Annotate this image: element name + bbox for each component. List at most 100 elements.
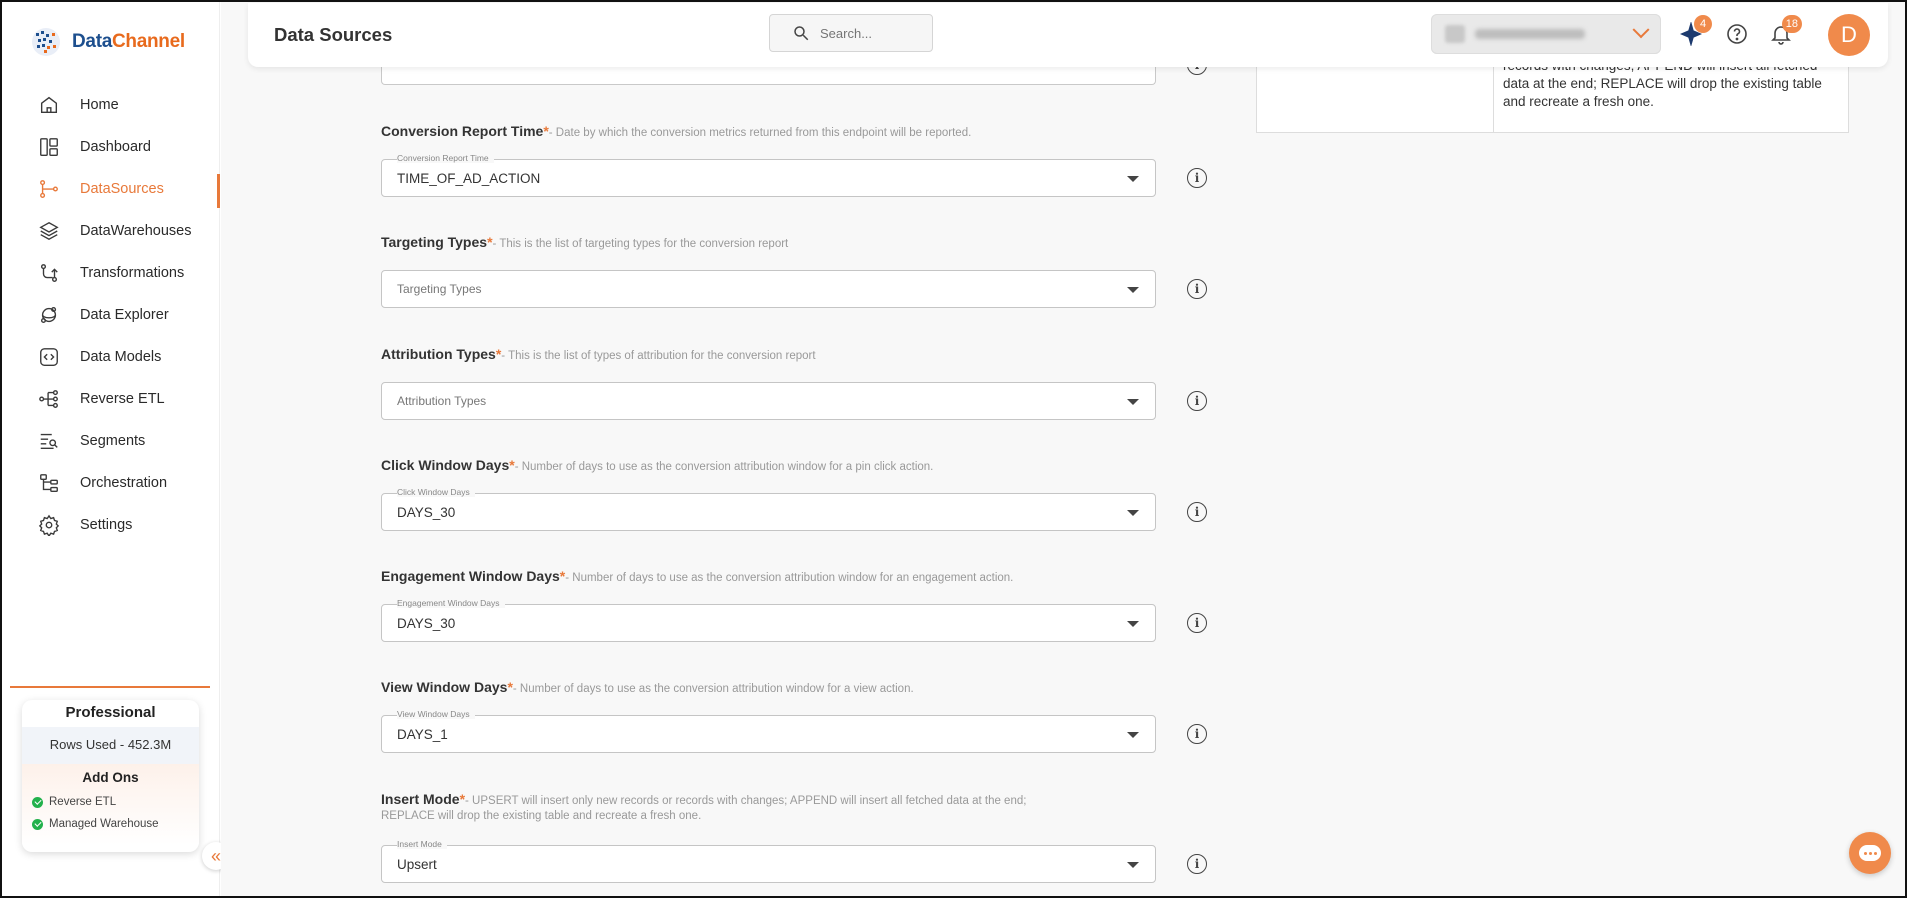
avatar[interactable]: D (1828, 14, 1870, 56)
addons-section: Add Ons Reverse ETL Managed Warehouse (22, 764, 199, 845)
layers-icon (39, 221, 59, 241)
sidebar-item-label: Transformations (80, 265, 185, 281)
sidebar-item-home[interactable]: Home (0, 84, 220, 126)
account-switcher[interactable] (1431, 14, 1661, 54)
sidebar-item-label: Settings (80, 517, 133, 533)
chat-support-button[interactable] (1849, 832, 1891, 874)
sidebar-item-datawarehouses[interactable]: DataWarehouses (0, 210, 220, 252)
field-description-line2: REPLACE will drop the existing table and… (381, 810, 702, 822)
sidebar-item-datasources[interactable]: DataSources (0, 168, 220, 210)
sidebar-item-dashboard[interactable]: Dashboard (0, 126, 220, 168)
field-label: Click Window Days*- Number of days to us… (381, 457, 934, 473)
sidebar-item-transformations[interactable]: Transformations (0, 252, 220, 294)
search-icon (794, 26, 809, 41)
help-button[interactable] (1724, 21, 1750, 47)
chevron-down-icon (1632, 21, 1650, 39)
select-value: DAYS_30 (397, 615, 456, 631)
sidebar-item-label: Data Models (80, 349, 162, 365)
caret-down-icon (1127, 399, 1139, 405)
sidebar-item-label: Data Explorer (80, 307, 169, 323)
conversion-report-time-select[interactable]: Conversion Report Time TIME_OF_AD_ACTION (381, 153, 1156, 197)
attribution-types-select[interactable]: Attribution Types (381, 382, 1156, 420)
caret-down-icon (1127, 287, 1139, 293)
sidebar: DataChannel Home Dashboard DataSources D… (0, 0, 230, 898)
addon-item: Managed Warehouse (32, 813, 189, 835)
info-icon[interactable]: i (1187, 391, 1207, 411)
info-icon[interactable]: i (1187, 724, 1207, 744)
sidebar-item-label: Orchestration (80, 475, 168, 491)
sparkle-badge: 4 (1694, 15, 1712, 33)
sidebar-item-settings[interactable]: Settings (0, 504, 220, 546)
engagement-window-days-select[interactable]: Engagement Window Days DAYS_30 (381, 598, 1156, 642)
info-icon[interactable]: i (1187, 613, 1207, 633)
logo-icon (32, 28, 60, 56)
plan-card: Professional Rows Used - 452.3M Add Ons … (22, 700, 199, 852)
sidebar-item-segments[interactable]: Segments (0, 420, 220, 462)
double-chevron-left-icon: « (210, 845, 221, 866)
segments-icon (40, 433, 58, 450)
account-icon (1445, 25, 1465, 43)
datachannel-logo[interactable]: DataChannel (28, 24, 185, 60)
page-title: Data Sources (274, 24, 393, 45)
main-nav: Home Dashboard DataSources DataWarehouse… (0, 84, 220, 546)
sidebar-item-data-explorer[interactable]: Data Explorer (0, 294, 220, 336)
select-value: DAYS_30 (397, 504, 456, 520)
addon-label: Managed Warehouse (49, 818, 159, 830)
notifications-button[interactable]: 18 (1768, 15, 1802, 47)
ai-assistant-button[interactable]: 4 (1678, 15, 1712, 47)
float-label: View Window Days (397, 709, 475, 719)
field-click-window-days: Click Window Days*- Number of days to us… (381, 457, 1211, 531)
check-icon (32, 818, 43, 830)
field-label: Insert Mode*- UPSERT will insert only ne… (381, 791, 1027, 807)
check-icon (32, 796, 43, 808)
insert-mode-select[interactable]: Insert Mode Upsert (381, 839, 1156, 883)
explorer-icon (40, 306, 57, 324)
transform-icon (40, 264, 58, 282)
caret-down-icon (1127, 176, 1139, 182)
float-label: Insert Mode (397, 839, 447, 849)
sidebar-item-label: Dashboard (80, 139, 151, 155)
search-box[interactable] (769, 14, 933, 52)
addon-label: Reverse ETL (49, 796, 117, 808)
select-value: DAYS_1 (397, 726, 448, 742)
field-engagement-window-days: Engagement Window Days*- Number of days … (381, 568, 1211, 642)
field-attribution-types: Attribution Types*- This is the list of … (381, 346, 1211, 420)
divider (10, 686, 210, 688)
search-input[interactable] (820, 25, 920, 41)
sidebar-item-label: Home (80, 97, 119, 113)
sidebar-item-reverse-etl[interactable]: Reverse ETL (0, 378, 220, 420)
notifications-badge: 18 (1781, 15, 1802, 33)
select-value: TIME_OF_AD_ACTION (397, 170, 541, 186)
select-placeholder: Attribution Types (397, 394, 487, 408)
help-icon (1727, 24, 1747, 44)
sidebar-item-label: DataSources (80, 181, 164, 197)
info-icon[interactable]: i (1187, 502, 1207, 522)
sidebar-item-label: Reverse ETL (80, 391, 165, 407)
field-label: View Window Days*- Number of days to use… (381, 679, 914, 695)
targeting-types-select[interactable]: Targeting Types (381, 270, 1156, 308)
top-header: Data Sources 4 18 D (248, 3, 1888, 67)
field-conversion-report-time: Conversion Report Time*- Date by which t… (381, 123, 1211, 197)
addons-title: Add Ons (82, 770, 139, 785)
orchestration-icon (40, 474, 58, 492)
info-icon[interactable]: i (1187, 279, 1207, 299)
account-name-redacted (1475, 29, 1585, 39)
sidebar-item-data-models[interactable]: Data Models (0, 336, 220, 378)
click-window-days-select[interactable]: Click Window Days DAYS_30 (381, 487, 1156, 531)
caret-down-icon (1127, 862, 1139, 868)
field-label: Targeting Types*- This is the list of ta… (381, 234, 789, 250)
datasources-icon (40, 180, 58, 198)
sidebar-item-orchestration[interactable]: Orchestration (0, 462, 220, 504)
field-insert-mode: Insert Mode*- UPSERT will insert only ne… (381, 791, 1211, 883)
float-label: Click Window Days (397, 487, 475, 497)
view-window-days-select[interactable]: View Window Days DAYS_1 (381, 709, 1156, 753)
info-icon[interactable]: i (1187, 854, 1207, 874)
info-icon[interactable]: i (1187, 168, 1207, 188)
field-label: Attribution Types*- This is the list of … (381, 346, 816, 362)
caret-down-icon (1127, 732, 1139, 738)
home-icon (40, 96, 58, 114)
brand-name: DataChannel (72, 31, 185, 52)
field-label: Conversion Report Time*- Date by which t… (381, 123, 972, 139)
models-icon (40, 348, 58, 366)
gear-icon (38, 514, 60, 536)
